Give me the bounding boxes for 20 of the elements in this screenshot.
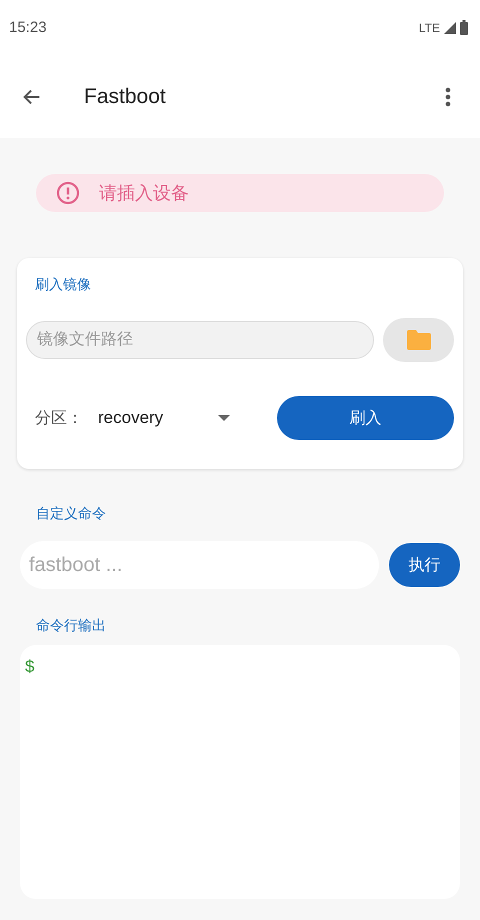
partition-dropdown[interactable]: recovery — [98, 403, 238, 433]
folder-icon — [406, 330, 430, 350]
signal-icon — [443, 20, 457, 34]
caret-icon — [218, 415, 230, 421]
alert-text: 请插入设备 — [99, 182, 189, 205]
command-field[interactable]: fastboot ... — [20, 541, 379, 589]
section-title: 命令行输出 — [35, 617, 107, 635]
network-type: LTE — [418, 20, 440, 34]
section-title: 自定义命令 — [35, 505, 107, 523]
status-time: 15:23 — [9, 19, 47, 36]
partition-label: 分区： — [34, 408, 84, 428]
alert-icon — [56, 181, 80, 205]
image-path-field[interactable]: 镜像文件路径 — [26, 321, 374, 359]
battery-icon — [460, 20, 468, 35]
more-vertical-icon — [445, 86, 451, 106]
flash-button[interactable]: 刷入 — [277, 396, 454, 440]
run-button[interactable]: 执行 — [389, 543, 460, 587]
shell-prompt: $ — [25, 657, 34, 676]
section-title: 刷入镜像 — [34, 276, 92, 294]
app-title: Fastboot — [84, 84, 167, 108]
